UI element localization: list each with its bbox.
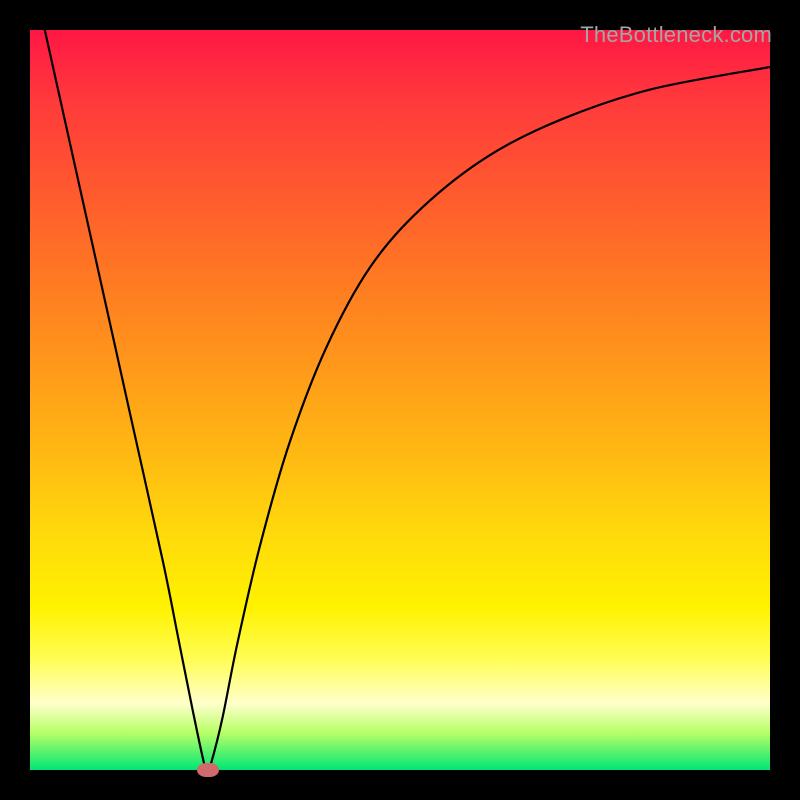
bottleneck-curve (30, 30, 770, 770)
plot-area (30, 30, 770, 770)
optimal-marker-shape (197, 763, 219, 777)
watermark-text: TheBottleneck.com (580, 22, 772, 48)
optimal-marker (197, 763, 219, 777)
curve-path (45, 30, 770, 770)
chart-frame: TheBottleneck.com (0, 0, 800, 800)
